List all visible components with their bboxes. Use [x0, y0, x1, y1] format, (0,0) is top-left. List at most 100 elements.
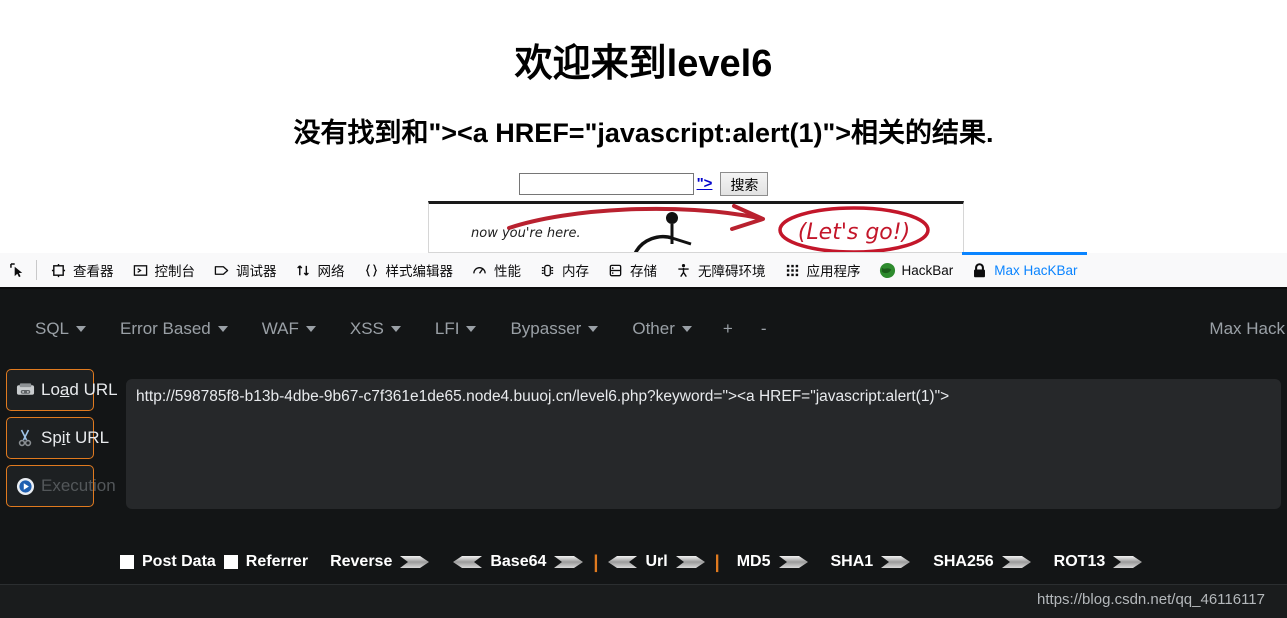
menu-label: Error Based	[120, 319, 211, 338]
spit-url-label: Spit URL	[41, 428, 110, 447]
load-url-button[interactable]: Load URL	[6, 369, 118, 411]
hackbar-footer: https://blog.csdn.net/qq_46116117	[0, 584, 1287, 618]
hackbar-menu-sql[interactable]: SQL	[18, 313, 103, 345]
devtools-tab-label: 网络	[317, 264, 345, 279]
menu-label: +	[722, 319, 733, 338]
scissors-icon	[15, 428, 35, 448]
md5-hash-icon[interactable]	[778, 554, 809, 570]
hackbar-menu-remove[interactable]: -	[747, 313, 781, 345]
reverse-label: Reverse	[330, 553, 393, 570]
sha256-hash-icon[interactable]	[1001, 554, 1032, 570]
load-url-icon	[15, 380, 35, 400]
hackbar-menu-bypasser[interactable]: Bypasser	[493, 313, 615, 345]
inspector-icon	[50, 262, 67, 279]
chevron-down-icon	[466, 326, 477, 332]
devtools-tab-label: Max HacKBar	[994, 262, 1078, 278]
devtools-tab-storage[interactable]: 存储	[598, 253, 666, 287]
devtools-tab-label: 查看器	[73, 264, 114, 279]
rot13-label: ROT13	[1053, 553, 1106, 570]
hackbar-brand-label: Max Hack	[1209, 319, 1285, 338]
devtools-tab-console[interactable]: 控制台	[123, 253, 205, 287]
hackbar-menu-xss[interactable]: XSS	[333, 313, 418, 345]
url-decode-icon[interactable]	[607, 554, 638, 570]
devtools-tab-label: HackBar	[901, 262, 954, 278]
hackbar-encode-toolbar: Post Data Referrer Reverse Base64 | Url …	[0, 542, 1287, 582]
style-editor-icon	[363, 262, 380, 279]
referrer-checkbox[interactable]	[223, 555, 238, 569]
screenshot-root: 欢迎来到level6 没有找到和"><a HREF="javascript:al…	[0, 0, 1287, 618]
chevron-down-icon	[588, 326, 599, 332]
devtools-tab-hackbar[interactable]: HackBar	[870, 253, 963, 287]
rot13-encode-icon[interactable]	[1113, 554, 1143, 570]
chevron-down-icon	[217, 326, 228, 332]
element-picker-icon[interactable]	[2, 254, 32, 286]
search-input[interactable]	[518, 173, 694, 195]
devtools-tab-performance[interactable]: 性能	[462, 253, 530, 287]
base64-decode-icon[interactable]	[452, 554, 483, 570]
injected-anchor-link[interactable]: ">	[697, 173, 713, 195]
devtools-toolbar: 查看器 控制台 调试器 网络 样式编辑器 性能 内存 存储 无障碍环境 应用程序…	[0, 252, 1287, 289]
spit-url-button[interactable]: Spit URL	[6, 417, 109, 459]
devtools-tab-memory[interactable]: 内存	[530, 253, 598, 287]
hackbar-menu-add[interactable]: +	[709, 313, 747, 345]
max-hackbar-panel: SQL Error Based WAF XSS LFI Bypasser Oth…	[0, 289, 1287, 618]
menu-label: Bypasser	[510, 319, 582, 338]
sha256-label: SHA256	[933, 553, 994, 570]
chevron-down-icon	[681, 326, 692, 332]
sha1-hash-icon[interactable]	[881, 554, 911, 570]
devtools-tab-label: 控制台	[154, 264, 196, 279]
menu-label: Other	[632, 319, 675, 338]
devtools-tab-max-hackbar[interactable]: Max HacKBar	[962, 252, 1087, 287]
devtools-tab-label: 内存	[562, 264, 589, 279]
url-encode-icon[interactable]	[675, 554, 706, 570]
devtools-tab-debugger[interactable]: 调试器	[204, 253, 286, 287]
referrer-label: Referrer	[245, 553, 309, 570]
lock-icon	[971, 262, 988, 279]
devtools-tab-inspector[interactable]: 查看器	[41, 253, 123, 287]
devtools-tab-application[interactable]: 应用程序	[775, 253, 870, 287]
hackbar-globe-icon	[879, 262, 896, 279]
illustration-annotation-text: (Let's go!)	[798, 220, 910, 245]
devtools-tab-label: 无障碍环境	[698, 264, 766, 279]
execution-button[interactable]: Execution	[6, 465, 116, 507]
play-icon	[15, 476, 35, 496]
search-button[interactable]: 搜索	[720, 172, 769, 196]
toolbar-separator: |	[714, 551, 720, 572]
page-subtitle: 没有找到和"><a HREF="javascript:alert(1)">相关的…	[293, 118, 994, 148]
page-title: 欢迎来到level6	[514, 43, 773, 85]
illustration-caption: now you're here.	[471, 226, 581, 241]
base64-label: Base64	[490, 553, 547, 570]
accessibility-icon	[675, 262, 692, 279]
search-form: "> 搜索	[0, 172, 1287, 196]
url-encode-label: Url	[645, 553, 668, 570]
memory-icon	[539, 262, 556, 279]
performance-icon	[471, 262, 488, 279]
menu-label: WAF	[261, 319, 299, 338]
devtools-tab-accessibility[interactable]: 无障碍环境	[666, 253, 775, 287]
hackbar-action-buttons: Load URL Spit URL Execution	[6, 369, 118, 507]
application-icon	[784, 262, 801, 279]
execution-label: Execution	[41, 476, 116, 495]
post-data-label: Post Data	[142, 553, 216, 570]
toolbar-divider	[36, 260, 37, 280]
devtools-tab-label: 性能	[494, 264, 521, 279]
reverse-apply-icon[interactable]	[400, 554, 430, 570]
menu-label: XSS	[349, 319, 384, 338]
devtools-tab-style-editor[interactable]: 样式编辑器	[354, 253, 463, 287]
base64-encode-icon[interactable]	[554, 554, 584, 570]
devtools-tab-label: 存储	[630, 264, 657, 279]
hackbar-menu-other[interactable]: Other	[615, 313, 709, 345]
chevron-down-icon	[390, 326, 401, 332]
post-data-checkbox[interactable]	[120, 555, 134, 569]
menu-label: LFI	[434, 319, 460, 338]
menu-label: SQL	[35, 319, 70, 338]
devtools-tab-network[interactable]: 网络	[286, 253, 354, 287]
hackbar-body: Load URL Spit URL Execution http://59878…	[0, 369, 1287, 514]
md5-label: MD5	[736, 553, 771, 570]
chevron-down-icon	[76, 326, 87, 332]
url-textarea[interactable]: http://598785f8-b13b-4dbe-9b67-c7f361e1d…	[126, 379, 1281, 509]
hackbar-menu-lfi[interactable]: LFI	[418, 313, 494, 345]
hackbar-menu-waf[interactable]: WAF	[245, 313, 333, 345]
hackbar-menu-error-based[interactable]: Error Based	[103, 313, 245, 345]
web-page-content: 欢迎来到level6 没有找到和"><a HREF="javascript:al…	[0, 0, 1287, 253]
